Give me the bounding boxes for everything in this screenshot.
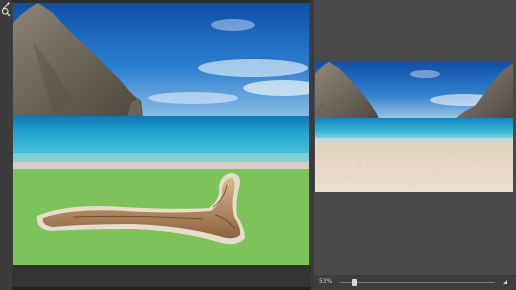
preview-image: [315, 62, 513, 192]
canvas-area[interactable]: [12, 0, 311, 290]
tools-panel: [0, 0, 12, 290]
zoom-slider-thumb[interactable]: [352, 279, 358, 286]
zoom-slider-track[interactable]: [340, 282, 495, 283]
zoom-in-icon[interactable]: [502, 279, 508, 285]
preview-zoom-bar: 53%: [314, 275, 516, 290]
canvas-image[interactable]: [13, 3, 309, 265]
zoom-percentage[interactable]: 53%: [319, 278, 332, 286]
preview-panel: 53%: [314, 0, 516, 290]
content-aware-fill-workspace: 53%: [0, 0, 516, 290]
zoom-icon[interactable]: [1, 7, 11, 17]
